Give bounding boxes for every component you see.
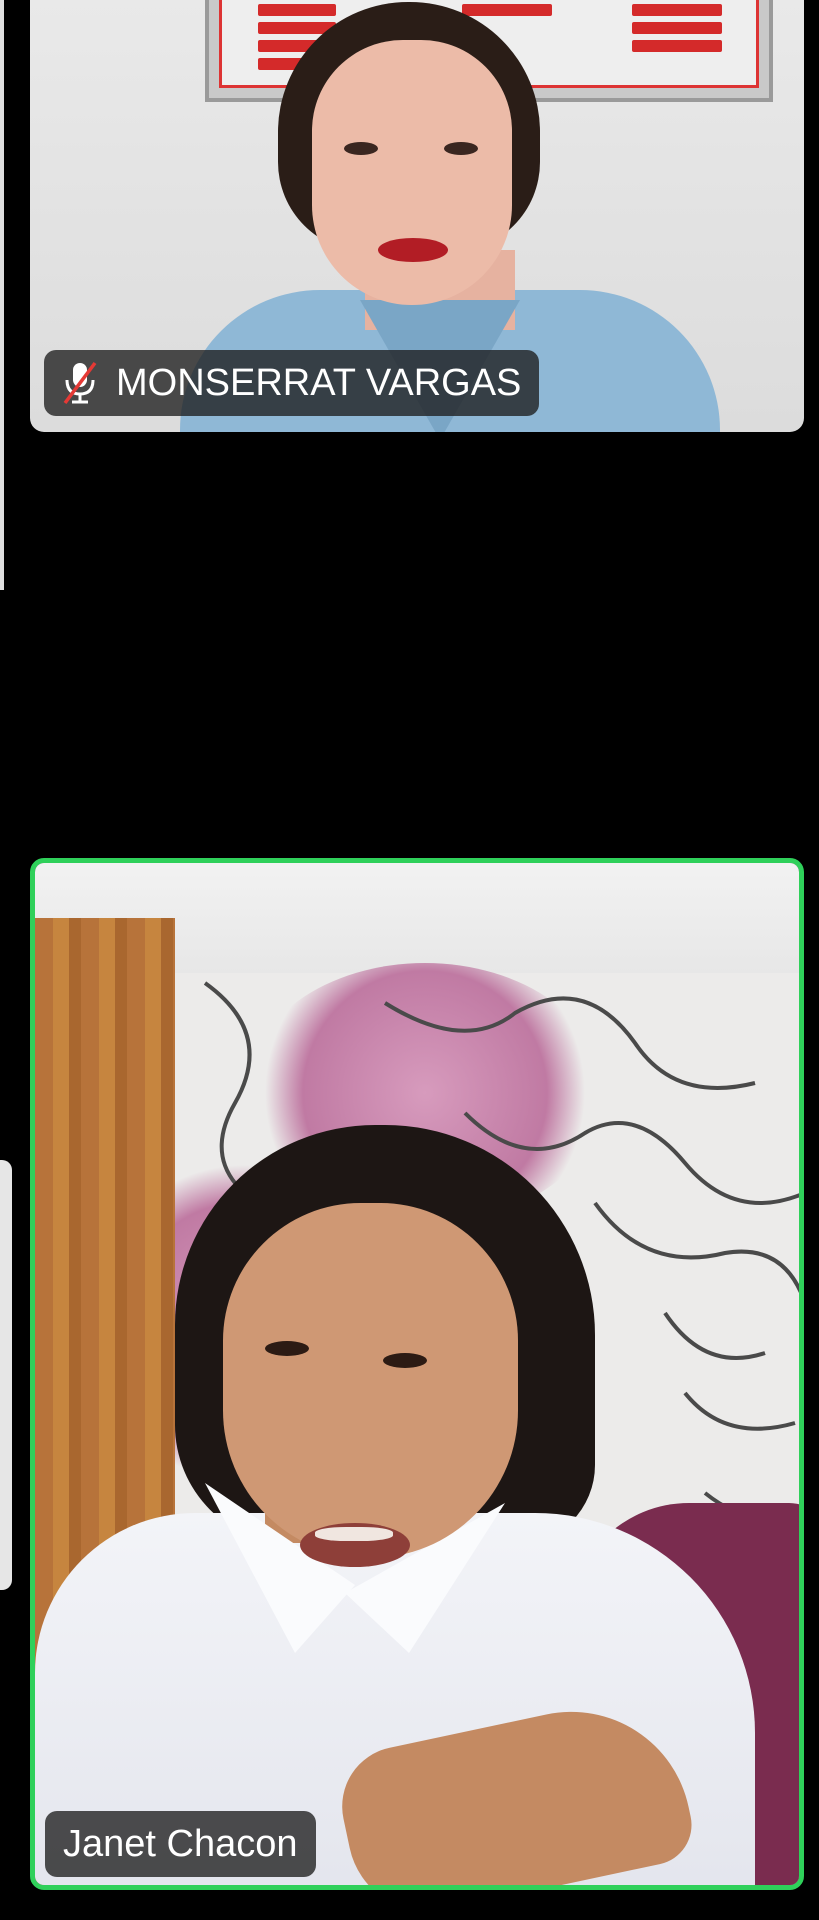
participant-video-janet-chacon — [35, 863, 799, 1885]
participant-tile-janet-chacon[interactable]: Janet Chacon — [30, 858, 804, 1890]
participant-name: Janet Chacon — [63, 1822, 298, 1865]
left-edge-strip — [0, 0, 4, 590]
side-panel-handle[interactable] — [0, 1160, 12, 1590]
participant-tile-monserrat-vargas[interactable]: MONSERRAT VARGAS — [30, 0, 804, 432]
mic-muted-icon — [63, 361, 97, 405]
participant-name-tag: Janet Chacon — [45, 1811, 316, 1877]
participant-name-tag: MONSERRAT VARGAS — [44, 350, 540, 416]
participant-name: MONSERRAT VARGAS — [116, 361, 522, 404]
